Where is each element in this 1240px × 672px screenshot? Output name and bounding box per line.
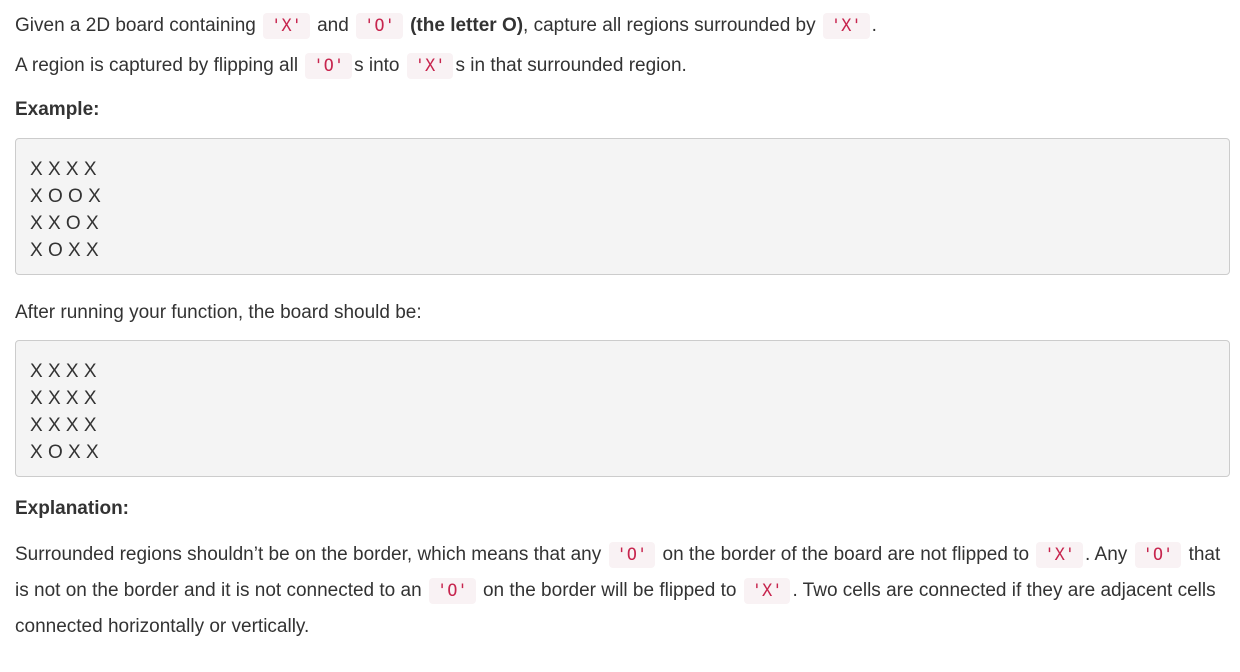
- explanation-heading: Explanation:: [15, 498, 130, 519]
- intro-bold-note: (the letter O): [410, 15, 524, 36]
- intro-text-1: Given a 2D board containing: [15, 15, 262, 36]
- explanation-text-5: on the border will be flipped to: [477, 580, 742, 601]
- inline-code-x: 'X': [263, 13, 310, 39]
- inline-code-o: 'O': [1134, 542, 1182, 568]
- intro-text-2: and: [311, 15, 355, 36]
- explanation-paragraph: Surrounded regions shouldn’t be on the b…: [15, 537, 1230, 644]
- inline-code-x: 'X': [743, 578, 791, 604]
- inline-code-x: 'X': [406, 53, 454, 79]
- inline-code-o: 'O': [428, 578, 476, 604]
- result-board-block: X X X X X X X X X X X X X O X X: [15, 340, 1230, 477]
- inline-code-o: 'O': [305, 53, 353, 79]
- after-text: After running your function, the board s…: [15, 302, 422, 323]
- inline-code-x: 'X': [1036, 542, 1084, 568]
- problem-description: Given a 2D board containing 'X' and 'O' …: [0, 0, 1240, 644]
- example-board-block: X X X X X O O X X X O X X O X X: [15, 138, 1230, 275]
- capture-text-2: s into: [354, 55, 405, 76]
- capture-paragraph: A region is captured by flipping all 'O'…: [15, 48, 1230, 84]
- capture-text-3: s in that surrounded region.: [455, 55, 687, 76]
- explanation-text-1: Surrounded regions shouldn’t be on the b…: [15, 544, 607, 565]
- explanation-text-2: on the border of the board are not flipp…: [657, 544, 1035, 565]
- inline-code-o: 'O': [356, 13, 403, 39]
- example-heading: Example:: [15, 99, 100, 120]
- inline-code-x: 'X': [822, 13, 870, 39]
- intro-text-4: , capture all regions surrounded by: [523, 15, 821, 36]
- capture-text-1: A region is captured by flipping all: [15, 55, 304, 76]
- explanation-text-3: . Any: [1085, 544, 1133, 565]
- intro-paragraph: Given a 2D board containing 'X' and 'O' …: [15, 8, 1230, 44]
- intro-text-5: .: [871, 15, 877, 36]
- inline-code-o: 'O': [608, 542, 656, 568]
